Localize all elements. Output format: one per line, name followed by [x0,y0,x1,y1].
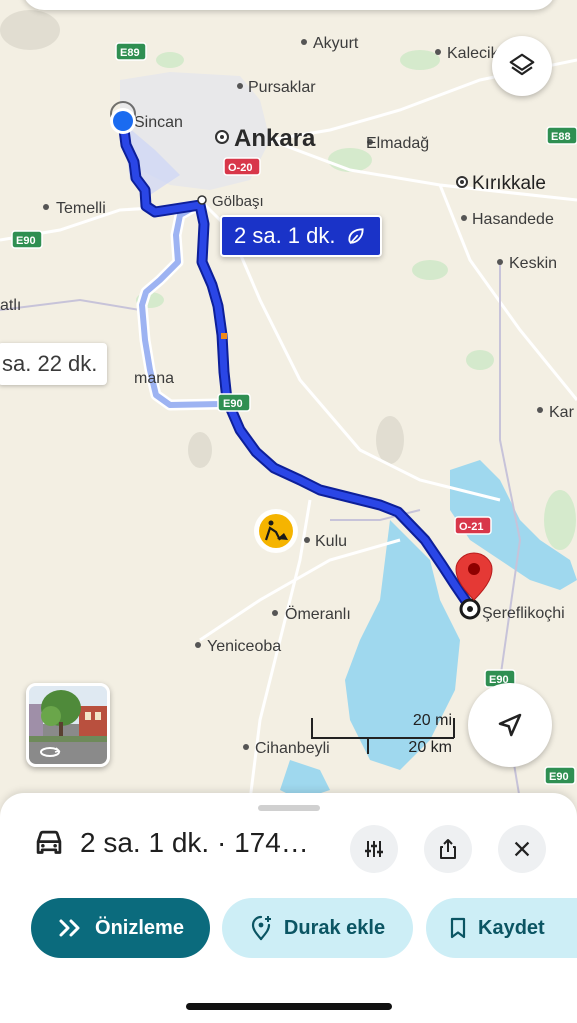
route-options-button[interactable] [350,825,398,873]
rotate-360-icon [40,747,61,757]
double-chevron-right-icon [59,919,80,937]
svg-text:O-21: O-21 [459,521,483,533]
place-elmadag: Elmadağ [366,135,429,152]
layers-icon [509,53,535,76]
shield-e90-left: E90 [11,230,43,249]
map-canvas[interactable]: Akyurt Pursaklar Kalecik Sincan Ankara E… [0,0,577,800]
street-view-thumbnail[interactable] [26,683,110,767]
place-golbasi: Gölbaşı [212,193,264,210]
alt-route-duration-bubble[interactable]: sa. 22 dk. [0,343,108,385]
shield-e88: E88 [546,126,577,145]
place-sereflikochisar: Şereflikoçhi [482,605,565,622]
place-sincan: Sincan [134,114,183,131]
place-kulu: Kulu [315,533,347,550]
navigation-arrow-icon [498,713,522,737]
preview-label: Önizleme [95,916,184,939]
place-kirikkale: Kırıkkale [472,173,546,194]
share-button[interactable] [424,825,472,873]
svg-text:E89: E89 [120,47,140,59]
place-pursaklar: Pursaklar [248,79,316,96]
eco-leaf-icon [347,228,364,245]
shield-o20: O-20 [223,157,261,176]
trip-summary-text: 2 sa. 1 dk. · 174… [80,827,309,858]
add-stop-label: Durak ekle [283,916,386,939]
place-akyurt: Akyurt [313,35,359,52]
place-atli: atlı [0,297,21,314]
add-stop-button[interactable]: Durak ekle [222,898,413,958]
shield-o21: O-21 [454,516,492,535]
bookmark-icon [450,917,466,939]
share-icon [440,839,456,859]
place-haymana: mana [134,370,174,387]
place-ankara: Ankara [234,125,316,152]
preview-button[interactable]: Önizleme [31,898,210,958]
save-button[interactable]: Kaydet [426,898,577,958]
place-yeniceoba: Yeniceoba [207,638,281,655]
scale-miles: 20 mi [412,712,452,729]
add-stop-pin-icon [251,915,271,941]
directions-bottom-sheet[interactable]: 2 sa. 1 dk. · 174… Önizleme Durak ekle K… [0,793,577,1023]
place-temelli: Temelli [56,200,106,217]
shield-e90-bottom: E90 [544,766,576,785]
svg-text:E90: E90 [549,771,569,783]
shield-e89: E89 [115,42,147,61]
layers-button[interactable] [492,36,552,96]
shield-e90-route: E90 [217,393,251,412]
scale-kilometers: 20 km [408,739,452,756]
svg-text:E90: E90 [223,398,243,410]
place-keskin: Keskin [509,255,557,272]
place-kar: Kar [549,404,575,421]
tune-icon [365,841,383,857]
place-omeranli: Ömeranlı [285,605,351,623]
save-label: Kaydet [478,916,545,939]
map-scale: 20 mi 20 km [308,712,458,762]
alt-route-duration-label: sa. 22 dk. [2,351,98,376]
place-hasandede: Hasandede [472,211,554,228]
home-indicator[interactable] [186,1003,392,1010]
sheet-drag-handle[interactable] [258,805,320,811]
svg-text:E90: E90 [16,235,36,247]
car-icon [36,830,62,854]
close-icon [514,841,530,857]
recenter-button[interactable] [468,683,552,767]
svg-text:E88: E88 [551,131,571,143]
route-duration-bubble[interactable]: 2 sa. 1 dk. [220,215,382,257]
route-duration-label: 2 sa. 1 dk. [234,223,336,248]
svg-text:O-20: O-20 [228,162,252,174]
trip-summary-row: 2 sa. 1 dk. · 174… [32,827,309,859]
top-card-edge [22,0,556,10]
close-button[interactable] [498,825,546,873]
road-works-icon[interactable] [254,509,298,553]
